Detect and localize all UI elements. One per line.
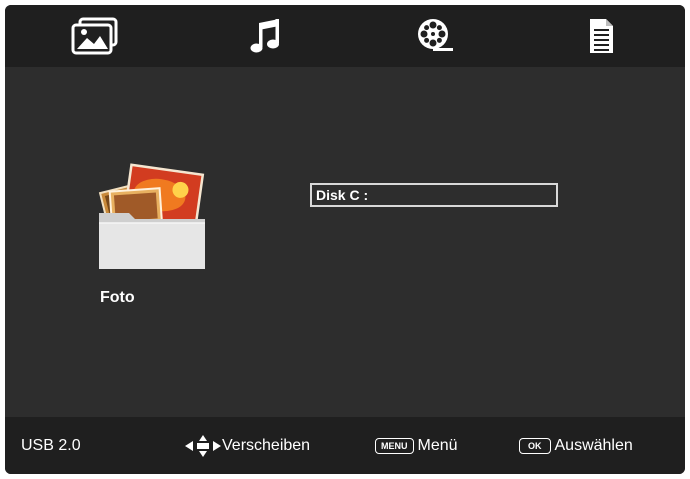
media-type-tabs <box>5 5 685 67</box>
select-label: Auswählen <box>554 437 633 454</box>
music-note-icon <box>250 19 279 53</box>
direction-arrows-icon <box>185 435 221 457</box>
tab-music[interactable] <box>235 13 295 59</box>
photo-folder-icon <box>98 163 205 269</box>
menu-label: Menü <box>417 437 458 454</box>
select-hint: OK Auswählen <box>519 435 633 457</box>
photo-icon <box>71 17 118 55</box>
tab-text[interactable] <box>571 13 631 59</box>
tab-movie[interactable] <box>405 13 465 59</box>
media-player-screen: Foto Disk C : USB 2.0 Verscheiben MENU M… <box>5 5 685 474</box>
footer-bar: USB 2.0 Verscheiben MENU Menü OK Auswähl… <box>5 417 685 474</box>
category-label: Foto <box>100 289 135 306</box>
source-label: USB 2.0 <box>21 437 81 454</box>
menu-key-badge: MENU <box>375 438 414 454</box>
main-panel: Foto Disk C : <box>5 67 685 417</box>
ok-key-badge: OK <box>519 438 551 454</box>
move-hint: Verscheiben <box>185 435 310 457</box>
disk-item[interactable]: Disk C : <box>310 183 558 207</box>
menu-hint: MENU Menü <box>375 435 458 457</box>
document-icon <box>590 19 613 53</box>
tab-photo[interactable] <box>65 13 125 59</box>
film-reel-icon <box>418 19 453 51</box>
move-label: Verscheiben <box>222 437 311 454</box>
